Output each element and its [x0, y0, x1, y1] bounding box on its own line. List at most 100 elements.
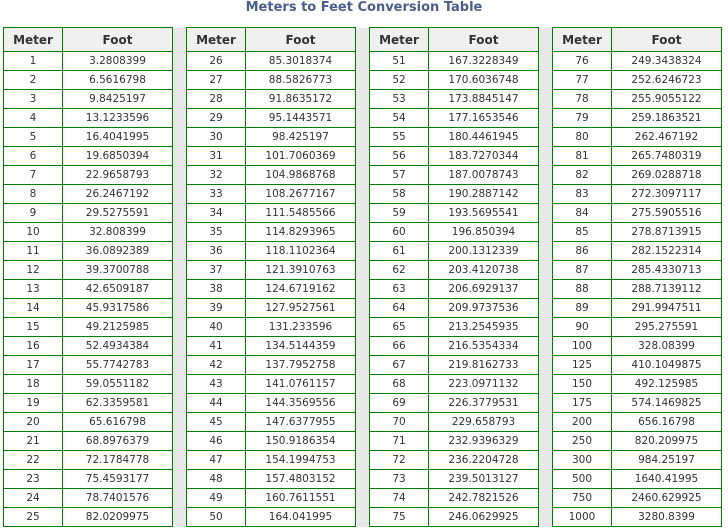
foot-cell: 328.08399 [611, 336, 722, 356]
meter-cell: 84 [552, 203, 612, 223]
column-gap [172, 127, 187, 147]
column-gap [172, 507, 187, 527]
column-gap [538, 51, 553, 71]
column-gap [355, 336, 370, 356]
table-row: 6 19.6850394 31 101.7060369 56 183.7270344 81 2… [3, 146, 722, 166]
column-gap [172, 279, 187, 299]
foot-cell: 95.1443571 [245, 108, 356, 128]
column-gap [355, 70, 370, 90]
column-gap [172, 431, 187, 451]
foot-cell: 13.1233596 [62, 108, 173, 128]
column-gap [538, 469, 553, 489]
meter-cell: 38 [186, 279, 246, 299]
column-gap [538, 355, 553, 375]
foot-cell: 16.4041995 [62, 127, 173, 147]
foot-cell: 219.8162733 [428, 355, 539, 375]
column-gap [538, 165, 553, 185]
foot-cell: 2460.629925 [611, 488, 722, 508]
foot-cell: 574.1469825 [611, 393, 722, 413]
table-row: 11 36.0892389 36 118.1102364 61 200.1312339 86… [3, 241, 722, 261]
meter-cell: 59 [369, 203, 429, 223]
meter-cell: 90 [552, 317, 612, 337]
meter-cell: 100 [552, 336, 612, 356]
foot-cell: 85.3018374 [245, 51, 356, 71]
column-gap [538, 279, 553, 299]
table-row: 22 72.1784778 47 154.1994753 72 236.2204728 30… [3, 450, 722, 470]
meter-cell: 33 [186, 184, 246, 204]
column-gap [538, 108, 553, 128]
foot-cell: 236.2204728 [428, 450, 539, 470]
column-gap [355, 260, 370, 280]
column-gap [355, 355, 370, 375]
column-gap [355, 241, 370, 261]
meter-header: Meter [552, 27, 612, 52]
foot-cell: 232.9396329 [428, 431, 539, 451]
meter-cell: 40 [186, 317, 246, 337]
foot-cell: 144.3569556 [245, 393, 356, 413]
foot-cell: 68.8976379 [62, 431, 173, 451]
meter-cell: 29 [186, 108, 246, 128]
foot-cell: 1640.41995 [611, 469, 722, 489]
meter-cell: 17 [3, 355, 63, 375]
table-row: 12 39.3700788 37 121.3910763 62 203.4120738 87… [3, 260, 722, 280]
column-gap [355, 469, 370, 489]
foot-cell: 255.9055122 [611, 89, 722, 109]
column-gap [355, 203, 370, 223]
meter-header: Meter [3, 27, 63, 52]
column-gap [355, 507, 370, 527]
foot-header: Foot [245, 27, 356, 52]
column-gap [355, 127, 370, 147]
meter-cell: 57 [369, 165, 429, 185]
foot-cell: 278.8713915 [611, 222, 722, 242]
column-gap [538, 222, 553, 242]
meter-cell: 56 [369, 146, 429, 166]
column-gap [172, 184, 187, 204]
meter-cell: 43 [186, 374, 246, 394]
meter-cell: 2 [3, 70, 63, 90]
column-gap [355, 51, 370, 71]
meter-cell: 8 [3, 184, 63, 204]
meter-cell: 12 [3, 260, 63, 280]
foot-cell: 19.6850394 [62, 146, 173, 166]
table-row: 23 75.4593177 48 157.4803152 73 239.5013127 50… [3, 469, 722, 489]
column-gap [172, 146, 187, 166]
meter-cell: 21 [3, 431, 63, 451]
meter-cell: 71 [369, 431, 429, 451]
foot-cell: 127.9527561 [245, 298, 356, 318]
column-gap [172, 222, 187, 242]
column-gap [355, 298, 370, 318]
column-gap [172, 241, 187, 261]
header-row: Meter Foot Meter Foot Meter Foot Meter F… [3, 27, 722, 52]
meter-cell: 73 [369, 469, 429, 489]
meter-cell: 47 [186, 450, 246, 470]
meter-cell: 65 [369, 317, 429, 337]
column-gap [538, 431, 553, 451]
meter-cell: 6 [3, 146, 63, 166]
column-gap [355, 488, 370, 508]
table-row: 8 26.2467192 33 108.2677167 58 190.2887142 83 2… [3, 184, 722, 204]
foot-header: Foot [611, 27, 722, 52]
foot-cell: 22.9658793 [62, 165, 173, 185]
column-gap [172, 355, 187, 375]
meter-cell: 15 [3, 317, 63, 337]
foot-cell: 82.0209975 [62, 507, 173, 527]
foot-cell: 291.9947511 [611, 298, 722, 318]
foot-cell: 282.1522314 [611, 241, 722, 261]
foot-cell: 259.1863521 [611, 108, 722, 128]
column-gap [172, 469, 187, 489]
column-gap [172, 488, 187, 508]
meter-cell: 23 [3, 469, 63, 489]
column-gap [538, 336, 553, 356]
meter-cell: 16 [3, 336, 63, 356]
meter-cell: 77 [552, 70, 612, 90]
foot-cell: 167.3228349 [428, 51, 539, 71]
meter-cell: 46 [186, 431, 246, 451]
foot-cell: 242.7821526 [428, 488, 539, 508]
meter-cell: 48 [186, 469, 246, 489]
column-gap [538, 27, 553, 52]
column-gap [538, 184, 553, 204]
table-row: 1 3.2808399 26 85.3018374 51 167.3228349 76 249… [3, 51, 722, 71]
meter-cell: 42 [186, 355, 246, 375]
meter-cell: 34 [186, 203, 246, 223]
table-row: 4 13.1233596 29 95.1443571 54 177.1653546 79 25… [3, 108, 722, 128]
